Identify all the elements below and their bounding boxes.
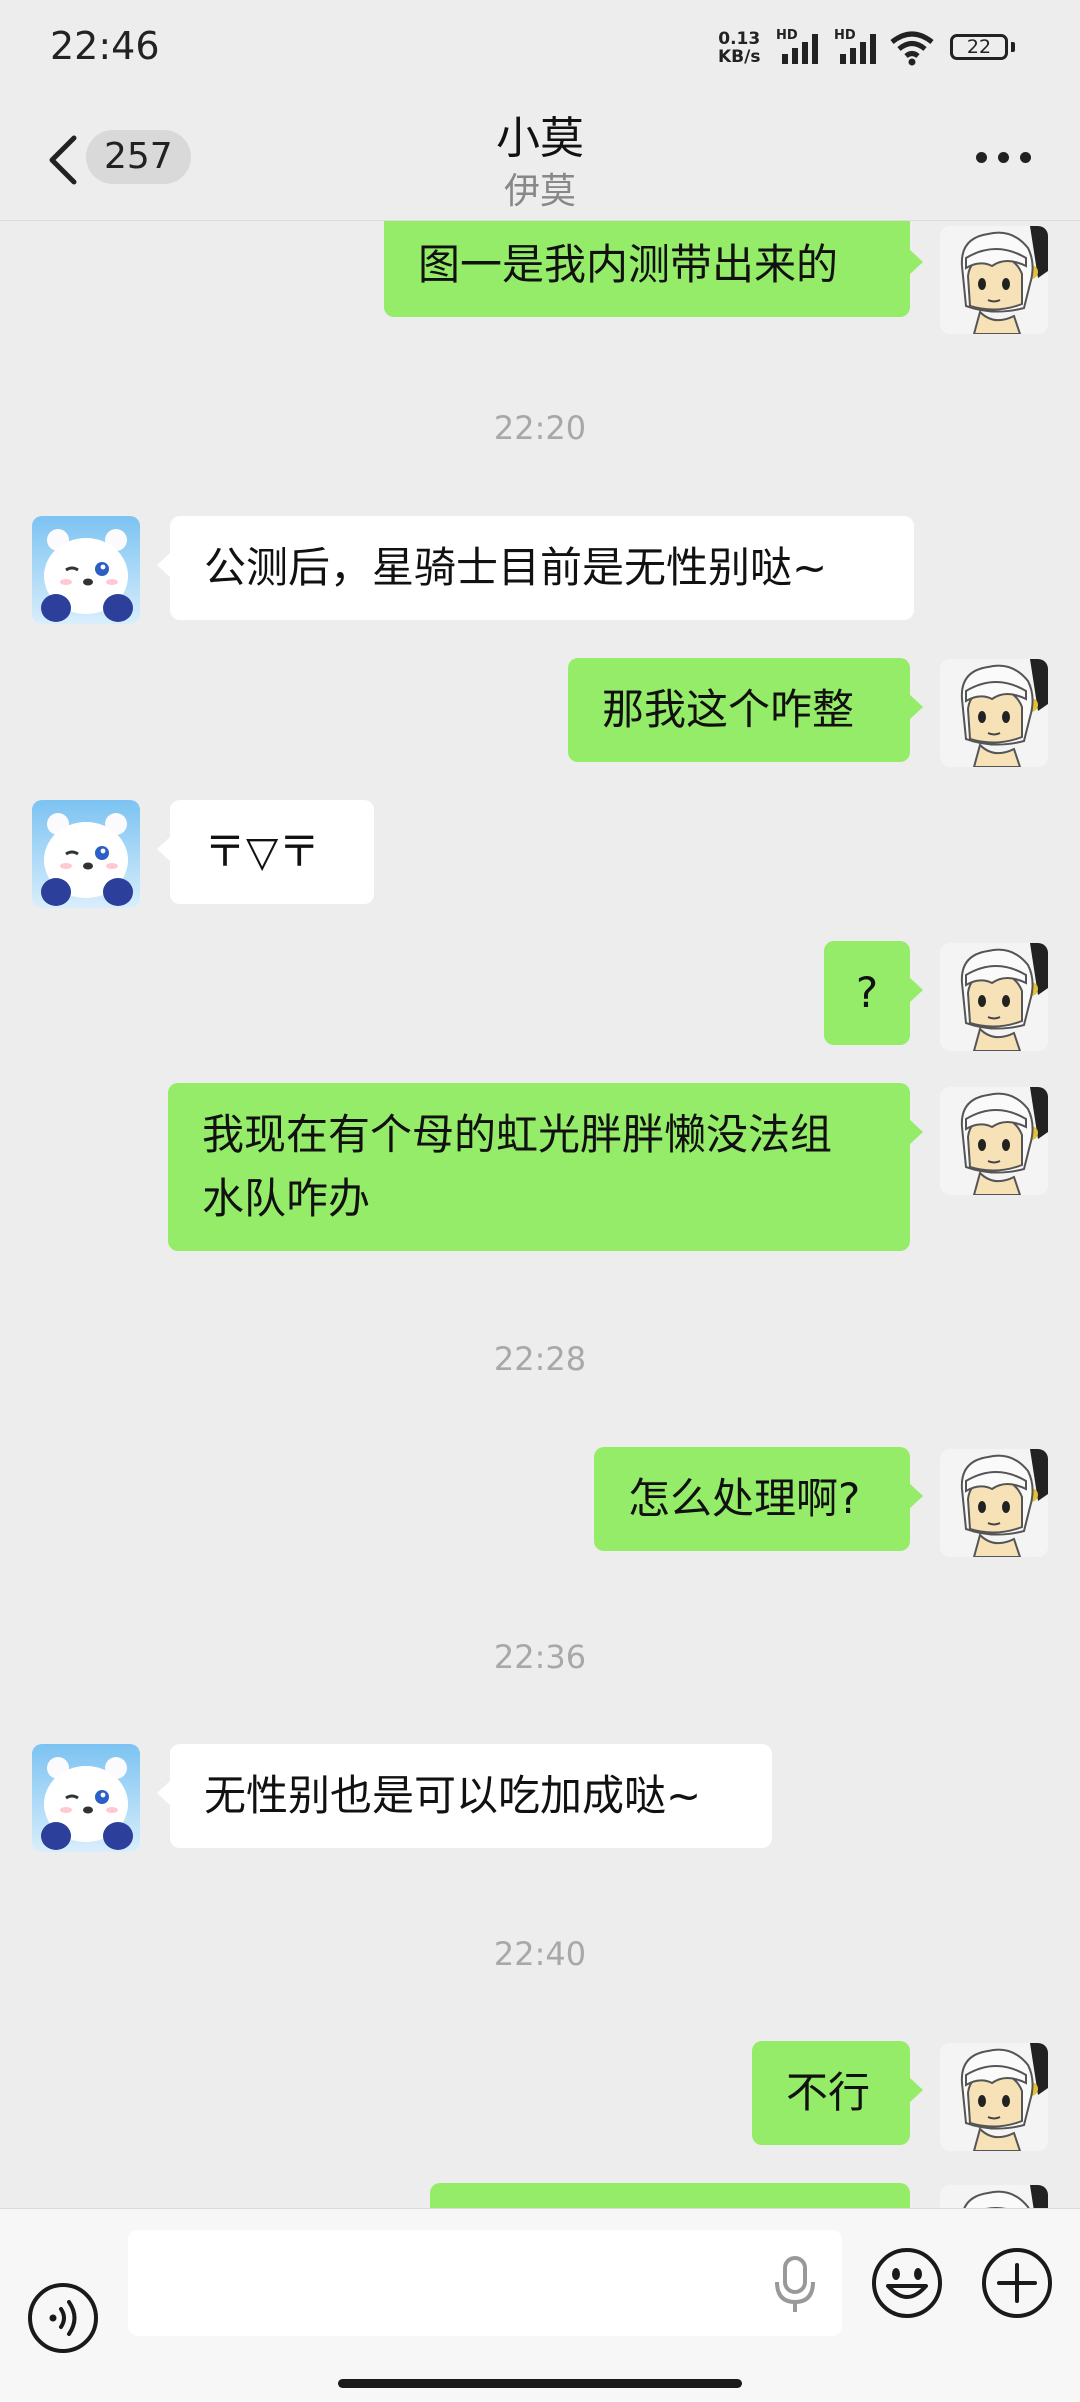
self-avatar[interactable] [940, 226, 1048, 334]
chat-subtitle: 伊莫 [503, 171, 576, 212]
time-divider: 22:36 [493, 1638, 587, 1676]
message-bubble-outgoing[interactable]: 图一是我内测带出来的 [384, 221, 923, 317]
signal-1-icon [782, 34, 818, 64]
message-input[interactable] [128, 2230, 842, 2336]
network-speed: 0.13 KB/s [718, 30, 760, 66]
message-bubble-outgoing[interactable] [430, 2183, 910, 2208]
self-avatar[interactable] [940, 1087, 1048, 1195]
status-bar: 22:46 0.13 KB/s HD HD 22 [0, 0, 1080, 96]
battery-tip [1011, 42, 1015, 52]
input-bar [0, 2208, 1080, 2402]
message-line: 我现在有个母的虹光胖胖懒没法组 [202, 1110, 833, 1159]
message-bubble-outgoing[interactable]: 我现在有个母的虹光胖胖懒没法组 水队咋办 [168, 1083, 923, 1251]
battery-icon: 22 [950, 34, 1008, 60]
contact-avatar[interactable] [32, 1744, 140, 1852]
message-list[interactable]: 图一是我内测带出来的 22:20 公测后，星骑士目前是无性别哒~ 那我这个咋整 … [0, 221, 1080, 2208]
network-speed-value: 0.13 [718, 29, 761, 49]
message-line: 水队咋办 [202, 1174, 371, 1223]
self-avatar[interactable] [940, 2185, 1048, 2208]
voice-toggle-icon[interactable] [26, 2281, 100, 2355]
home-indicator[interactable] [338, 2379, 742, 2388]
message-bubble-outgoing[interactable]: 不行 [752, 2041, 923, 2145]
contact-avatar[interactable] [32, 516, 140, 624]
message-bubble-outgoing[interactable]: ? [824, 941, 923, 1045]
wifi-icon [890, 31, 934, 66]
network-speed-unit: KB/s [718, 47, 761, 67]
self-avatar[interactable] [940, 943, 1048, 1051]
signal-2-icon [840, 34, 876, 64]
message-bubble-incoming[interactable]: 〒▽〒 [157, 800, 374, 904]
time-divider: 22:20 [493, 409, 587, 447]
plus-icon[interactable] [980, 2246, 1054, 2320]
chat-title: 小莫 [496, 113, 584, 164]
message-bubble-incoming[interactable]: 无性别也是可以吃加成哒~ [157, 1744, 772, 1848]
self-avatar[interactable] [940, 1449, 1048, 1557]
status-time: 22:46 [50, 24, 160, 68]
chat-header: 257 小莫 伊莫 [0, 96, 1080, 221]
more-dots-icon[interactable] [976, 152, 1032, 166]
time-divider: 22:28 [493, 1340, 587, 1378]
self-avatar[interactable] [940, 659, 1048, 767]
message-bubble-incoming[interactable]: 公测后，星骑士目前是无性别哒~ [157, 516, 914, 620]
microphone-icon[interactable] [770, 2254, 820, 2316]
self-avatar[interactable] [940, 2043, 1048, 2151]
time-divider: 22:40 [493, 1935, 587, 1973]
emoji-icon[interactable] [870, 2246, 944, 2320]
contact-avatar[interactable] [32, 800, 140, 908]
message-bubble-outgoing[interactable]: 那我这个咋整 [568, 658, 923, 762]
message-bubble-outgoing[interactable]: 怎么处理啊? [594, 1447, 923, 1551]
